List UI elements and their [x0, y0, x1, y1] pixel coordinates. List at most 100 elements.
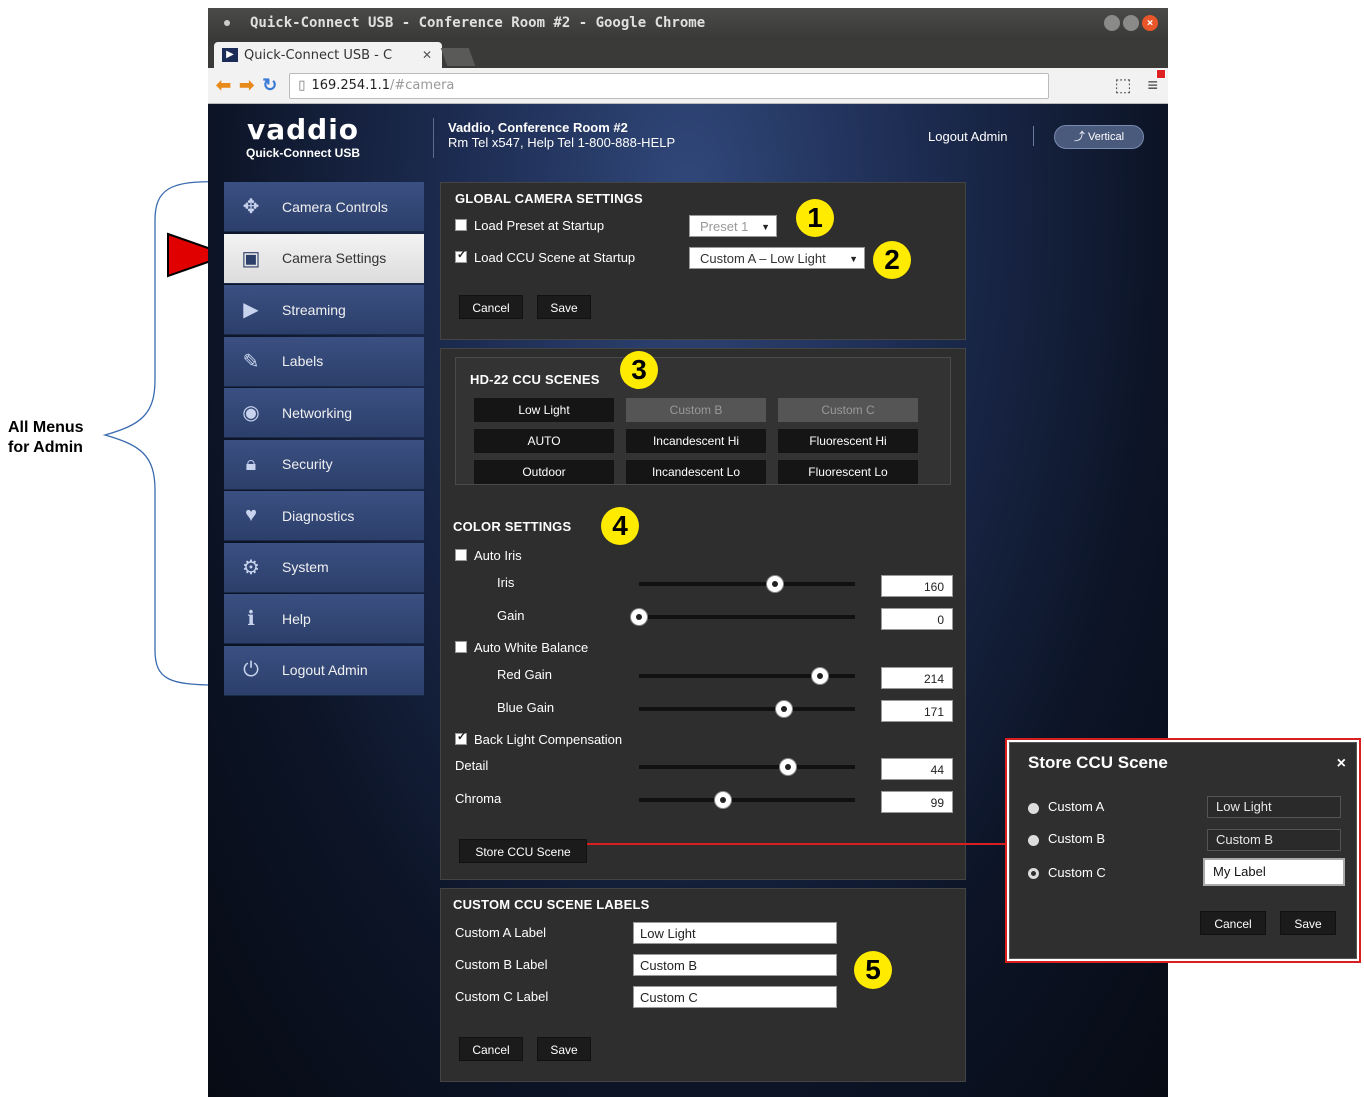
awb-row: Auto White Balance [455, 640, 588, 655]
chrome-menu-icon[interactable]: ≡ [1147, 69, 1166, 96]
close-window-icon[interactable]: × [1142, 15, 1158, 31]
dialog-title: Store CCU Scene [1028, 753, 1168, 772]
scene-incandescent-lo-button[interactable]: Incandescent Lo [626, 460, 766, 484]
global-settings-panel: GLOBAL CAMERA SETTINGS Load Preset at St… [440, 182, 966, 340]
custom-c-input[interactable]: Custom C [633, 986, 837, 1008]
chroma-label: Chroma [455, 791, 502, 806]
chroma-slider-knob[interactable] [714, 791, 733, 809]
dialog-cancel-button[interactable]: Cancel [1200, 911, 1266, 935]
ccu-scene-select[interactable]: Custom A – Low Light ▼ [689, 247, 865, 269]
blue-gain-slider[interactable] [639, 707, 855, 711]
system-icon: ⚙ [242, 556, 260, 579]
back-arrow-icon[interactable]: ⬅ [216, 75, 231, 96]
blue-gain-value-input[interactable]: 171 [881, 700, 953, 722]
sidebar-item-networking[interactable]: ◉ Networking [224, 388, 424, 438]
detail-slider[interactable] [639, 765, 855, 769]
global-cancel-button[interactable]: Cancel [459, 295, 523, 319]
vaddio-logo[interactable]: vaddio Quick-Connect USB [246, 116, 361, 161]
red-gain-slider-knob[interactable] [811, 667, 830, 685]
preset-select[interactable]: Preset 1 ▼ [689, 215, 777, 237]
scene-custom-c-button[interactable]: Custom C [778, 398, 918, 422]
custom-b-radio[interactable] [1028, 835, 1039, 846]
chroma-value-input[interactable]: 99 [881, 791, 953, 813]
update-badge [1156, 69, 1166, 79]
iris-value-input[interactable]: 160 [881, 575, 953, 597]
labels-icon: ✎ [242, 350, 260, 373]
scene-fluorescent-hi-button[interactable]: Fluorescent Hi [778, 429, 918, 453]
store-ccu-scene-button[interactable]: Store CCU Scene [459, 839, 587, 863]
awb-label: Auto White Balance [474, 640, 589, 655]
browser-tab[interactable]: ▶ Quick-Connect USB - C ✕ [214, 42, 442, 68]
sidebar-item-label: Camera Controls [282, 198, 388, 215]
product-name: Quick-Connect USB [246, 146, 361, 160]
room-phone: Rm Tel x547, Help Tel 1-800-888-HELP [448, 135, 676, 150]
custom-a-input[interactable]: Low Light [633, 922, 837, 944]
close-icon[interactable]: × [1337, 755, 1346, 773]
sidebar-item-diagnostics[interactable]: ♥ Diagnostics [224, 491, 424, 541]
load-preset-checkbox[interactable] [455, 219, 467, 231]
custom-b-name-field[interactable]: Custom B [1207, 829, 1341, 851]
detail-value-input[interactable]: 44 [881, 758, 953, 780]
room-info: Vaddio, Conference Room #2 Rm Tel x547, … [448, 120, 675, 150]
iris-slider[interactable] [639, 582, 855, 586]
scene-custom-b-button[interactable]: Custom B [626, 398, 766, 422]
blc-checkbox[interactable] [455, 730, 467, 745]
detail-label: Detail [455, 758, 489, 773]
scene-outdoor-button[interactable]: Outdoor [474, 460, 614, 484]
header-divider [433, 118, 434, 158]
sidebar-item-camera-settings[interactable]: ▣ Camera Settings [224, 233, 424, 284]
custom-a-radio[interactable] [1028, 803, 1039, 814]
fullscreen-icon[interactable]: ⬚ [1114, 75, 1131, 96]
detail-slider-knob[interactable] [779, 758, 798, 776]
labels-save-button[interactable]: Save [537, 1037, 591, 1061]
sidebar-item-security[interactable]: 🔒︎ Security [224, 439, 424, 490]
custom-a-name-field[interactable]: Low Light [1207, 796, 1341, 818]
sidebar-item-label: Camera Settings [282, 250, 387, 266]
iris-slider-knob[interactable] [766, 575, 785, 593]
sidebar-item-logout[interactable]: ⏻ Logout Admin [224, 645, 424, 696]
global-save-button[interactable]: Save [537, 295, 591, 319]
custom-b-input[interactable]: Custom B [633, 954, 837, 976]
sidebar-item-system[interactable]: ⚙ System [224, 542, 424, 593]
logout-link[interactable]: Logout Admin [928, 129, 1008, 144]
blue-gain-slider-knob[interactable] [774, 700, 793, 718]
scene-auto-button[interactable]: AUTO [474, 429, 614, 453]
minimize-icon[interactable] [1104, 15, 1120, 31]
awb-checkbox[interactable] [455, 641, 467, 653]
gain-slider[interactable] [639, 615, 855, 619]
auto-iris-checkbox[interactable] [455, 549, 467, 561]
red-gain-value-input[interactable]: 214 [881, 667, 953, 689]
vertical-button[interactable]: ⤴ Vertical [1054, 125, 1144, 149]
sidebar-item-labels[interactable]: ✎ Labels [224, 336, 424, 387]
chroma-slider[interactable] [639, 798, 855, 802]
scene-low-light-button[interactable]: Low Light [474, 398, 614, 422]
reload-icon[interactable]: ↻ [262, 75, 277, 96]
custom-c-radio[interactable] [1028, 868, 1039, 879]
vertical-label: Vertical [1087, 131, 1125, 143]
sidebar-item-streaming[interactable]: ▶ Streaming [224, 285, 424, 335]
maximize-icon[interactable] [1123, 15, 1139, 31]
callout-3: 3 [620, 351, 658, 389]
custom-c-name-field[interactable]: My Label [1203, 858, 1345, 886]
custom-a-label: Custom A Label [455, 925, 547, 940]
scene-incandescent-hi-button[interactable]: Incandescent Hi [626, 429, 766, 453]
labels-cancel-button[interactable]: Cancel [459, 1037, 523, 1061]
gain-slider-knob[interactable] [630, 608, 648, 626]
streaming-icon: ▶ [243, 299, 259, 321]
sidebar-item-label: Logout Admin [282, 662, 368, 678]
scenes-title: HD-22 CCU SCENES [470, 372, 600, 387]
dialog-save-button[interactable]: Save [1280, 911, 1336, 935]
scene-fluorescent-lo-button[interactable]: Fluorescent Lo [778, 460, 918, 484]
load-ccu-checkbox[interactable] [455, 248, 467, 263]
gain-value-input[interactable]: 0 [881, 608, 953, 630]
forward-arrow-icon[interactable]: ➡ [239, 75, 254, 96]
custom-b-radio-label: Custom B [1048, 831, 1106, 846]
sidebar-item-help[interactable]: ℹ Help [224, 594, 424, 644]
close-tab-icon[interactable]: ✕ [422, 48, 432, 62]
address-bar[interactable]: ▯ 169.254.1.1/#camera [289, 72, 1050, 99]
chevron-down-icon: ▼ [849, 254, 858, 264]
sidebar-item-camera-controls[interactable]: ✥ Camera Controls [224, 182, 424, 232]
vaddio-favicon-icon: ▶ [222, 48, 238, 62]
new-tab-button[interactable] [440, 48, 476, 66]
window-menu-dot[interactable] [224, 20, 230, 26]
